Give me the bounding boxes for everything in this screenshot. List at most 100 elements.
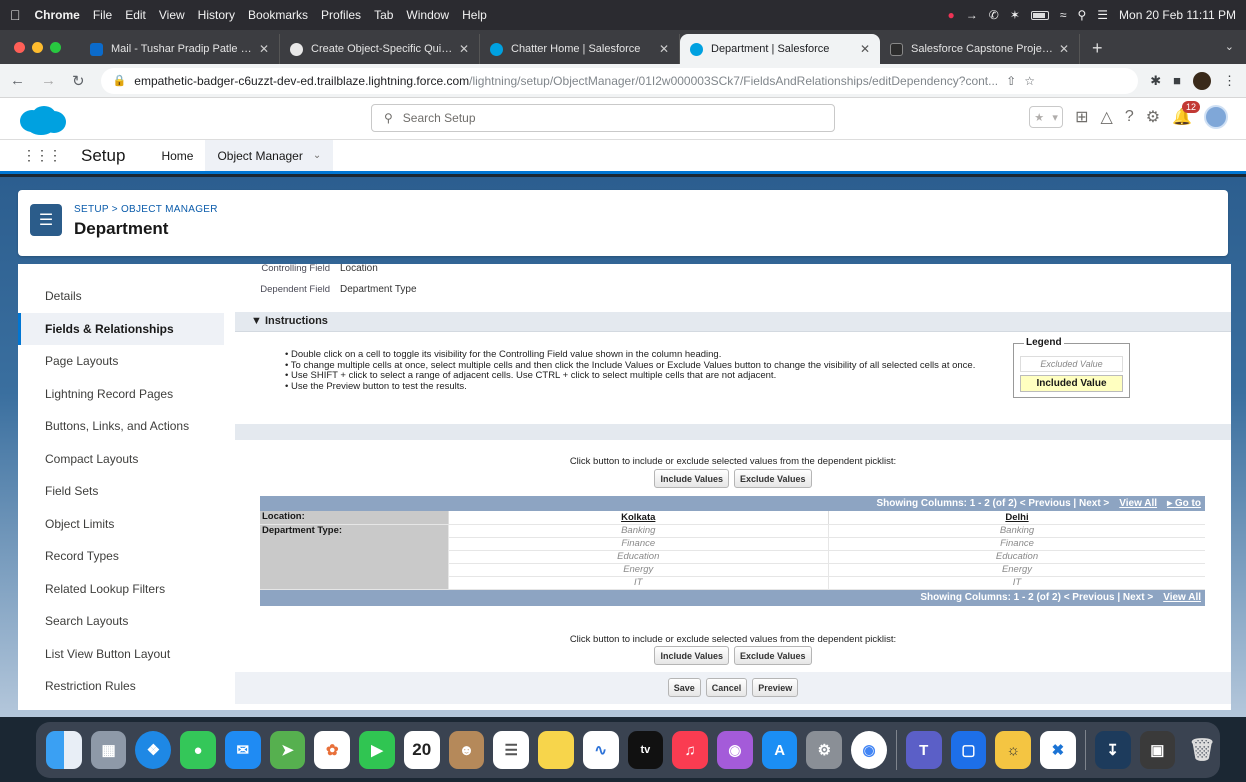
search-setup-input[interactable]: ⚲ Search Setup xyxy=(371,104,835,132)
status-app-icon[interactable]: ● xyxy=(948,8,955,22)
control-center-icon[interactable]: ☰ xyxy=(1097,8,1108,22)
facetime-icon[interactable]: ▶ xyxy=(359,731,395,769)
share-icon[interactable]: ⇧ xyxy=(1006,74,1016,88)
close-icon[interactable]: ✕ xyxy=(860,42,870,56)
lock-icon[interactable]: 🔒 xyxy=(113,74,127,87)
system-settings-icon[interactable]: ⚙ xyxy=(806,731,843,769)
mail-icon[interactable]: ✉ xyxy=(224,731,261,769)
sidebar-item-compact-layouts[interactable]: Compact Layouts xyxy=(18,443,224,476)
menu-app[interactable]: Chrome xyxy=(35,8,80,22)
salesforce-logo-icon[interactable] xyxy=(16,104,68,136)
matrix-cell[interactable]: Energy xyxy=(828,563,1205,577)
matrix-cell[interactable]: IT xyxy=(828,576,1205,590)
include-values-button[interactable]: Include Values xyxy=(654,646,729,665)
matrix-cell[interactable]: Finance xyxy=(828,537,1205,551)
close-icon[interactable]: ✕ xyxy=(1059,42,1069,56)
menu-tab[interactable]: Tab xyxy=(374,8,393,22)
eclipse-icon[interactable]: ☼ xyxy=(995,731,1032,769)
matrix-cell[interactable]: Education xyxy=(828,550,1205,564)
notifications-button[interactable]: 🔔 12 xyxy=(1172,101,1200,127)
sidebar-item-buttons-links-actions[interactable]: Buttons, Links, and Actions xyxy=(18,410,224,443)
launchpad-icon[interactable]: ▦ xyxy=(90,731,127,769)
matrix-cell[interactable]: Energy xyxy=(447,563,829,577)
app-store-icon[interactable]: A xyxy=(761,731,798,769)
showing-columns-text[interactable]: Showing Columns: 1 - 2 (of 2) < Previous… xyxy=(920,592,1153,603)
sidebar-item-field-sets[interactable]: Field Sets xyxy=(18,475,224,508)
exclude-values-button[interactable]: Exclude Values xyxy=(733,646,812,665)
minimize-window-button[interactable] xyxy=(32,42,43,53)
phone-icon[interactable]: ✆ xyxy=(989,8,999,22)
recent-window-icon[interactable]: ▣ xyxy=(1139,731,1176,769)
podcasts-icon[interactable]: ◉ xyxy=(717,731,753,769)
freeform-icon[interactable]: ∿ xyxy=(582,731,619,769)
tab-capstone[interactable]: Salesforce Capstone Project - ✕ xyxy=(880,34,1080,64)
close-icon[interactable]: ✕ xyxy=(659,42,669,56)
new-tab-button[interactable]: + xyxy=(1080,38,1115,64)
messages-icon[interactable]: ● xyxy=(180,731,216,769)
cancel-button[interactable]: Cancel xyxy=(705,678,748,697)
tab-quick-action[interactable]: Create Object-Specific Quick A ✕ xyxy=(280,34,480,64)
matrix-cell[interactable]: Banking xyxy=(828,524,1205,538)
forward-icon[interactable]: → xyxy=(41,72,56,89)
sidebar-item-fields-relationships[interactable]: Fields & Relationships xyxy=(18,312,224,345)
tab-department[interactable]: Department | Salesforce ✕ xyxy=(680,34,880,64)
vmware-icon[interactable]: ▢ xyxy=(950,731,987,769)
downloads-icon[interactable]: ↧ xyxy=(1094,731,1131,769)
sidepanel-icon[interactable]: ■ xyxy=(1173,73,1181,88)
matrix-cell[interactable]: IT xyxy=(447,576,829,590)
go-to-link[interactable]: ▸ Go to xyxy=(1167,498,1201,509)
vscode-icon[interactable]: ✖ xyxy=(1040,731,1076,769)
notes-icon[interactable] xyxy=(538,731,574,769)
contacts-icon[interactable]: ☻ xyxy=(448,731,485,769)
sidebar-item-restriction-rules[interactable]: Restriction Rules xyxy=(18,670,224,703)
chrome-icon[interactable]: ◉ xyxy=(851,731,887,769)
apple-tv-icon[interactable]: tv xyxy=(627,731,664,769)
menu-view[interactable]: View xyxy=(159,8,185,22)
tab-search-icon[interactable]: ⌄ xyxy=(1225,40,1234,53)
menu-file[interactable]: File xyxy=(93,8,112,22)
matrix-cell[interactable]: Banking xyxy=(447,524,829,538)
help-icon[interactable]: ? xyxy=(1125,108,1134,126)
nav-home[interactable]: Home xyxy=(149,139,205,173)
matrix-cell[interactable]: Education xyxy=(447,550,829,564)
trash-icon[interactable]: 🗑 xyxy=(1184,731,1220,769)
menu-edit[interactable]: Edit xyxy=(125,8,146,22)
sidebar-item-lightning-record-pages[interactable]: Lightning Record Pages xyxy=(18,378,224,411)
zoom-window-button[interactable] xyxy=(50,42,61,53)
exclude-values-button[interactable]: Exclude Values xyxy=(733,469,812,488)
trailhead-guide-icon[interactable]: △ xyxy=(1101,107,1113,127)
user-avatar[interactable] xyxy=(1204,105,1228,129)
showing-columns-text[interactable]: Showing Columns: 1 - 2 (of 2) < Previous… xyxy=(876,498,1109,509)
sidebar-item-record-types[interactable]: Record Types xyxy=(18,540,224,573)
reminders-icon[interactable]: ☰ xyxy=(493,731,530,769)
arrow-icon[interactable]: → xyxy=(966,8,978,22)
photos-icon[interactable]: ✿ xyxy=(314,731,351,769)
sidebar-item-object-limits[interactable]: Object Limits xyxy=(18,508,224,541)
view-all-link[interactable]: View All xyxy=(1119,498,1157,509)
maps-icon[interactable]: ➤ xyxy=(269,731,306,769)
music-icon[interactable]: ♫ xyxy=(672,731,709,769)
view-all-link[interactable]: View All xyxy=(1163,592,1201,603)
breadcrumb[interactable]: SETUP > OBJECT MANAGER xyxy=(74,204,218,215)
nav-object-manager[interactable]: Object Manager ⌄ xyxy=(205,140,334,174)
url-field[interactable]: 🔒 empathetic-badger-c6uzzt-dev-ed.trailb… xyxy=(100,67,1139,94)
sidebar-item-related-lookup-filters[interactable]: Related Lookup Filters xyxy=(18,573,224,606)
tab-chatter[interactable]: Chatter Home | Salesforce ✕ xyxy=(480,34,680,64)
close-icon[interactable]: ✕ xyxy=(459,42,469,56)
battery-icon[interactable] xyxy=(1030,10,1049,20)
apple-icon[interactable]:  xyxy=(10,7,21,23)
matrix-cell[interactable]: Finance xyxy=(447,537,829,551)
wifi-icon[interactable]: ≈ xyxy=(1060,8,1067,22)
clock[interactable]: Mon 20 Feb 11:11 PM xyxy=(1119,8,1236,22)
menu-history[interactable]: History xyxy=(198,8,235,22)
kebab-menu-icon[interactable]: ⋮ xyxy=(1223,73,1236,89)
finder-icon[interactable] xyxy=(46,731,82,769)
favorites-button[interactable]: ★ ▾ xyxy=(1029,106,1064,128)
teams-icon[interactable]: T xyxy=(905,731,942,769)
menu-profiles[interactable]: Profiles xyxy=(321,8,361,22)
bluetooth-icon[interactable]: ✶ xyxy=(1010,8,1020,22)
safari-icon[interactable]: ❖ xyxy=(135,731,172,769)
bookmark-star-icon[interactable]: ☆ xyxy=(1024,74,1035,88)
extensions-icon[interactable]: ✱ xyxy=(1150,73,1161,89)
close-icon[interactable]: ✕ xyxy=(259,42,269,56)
